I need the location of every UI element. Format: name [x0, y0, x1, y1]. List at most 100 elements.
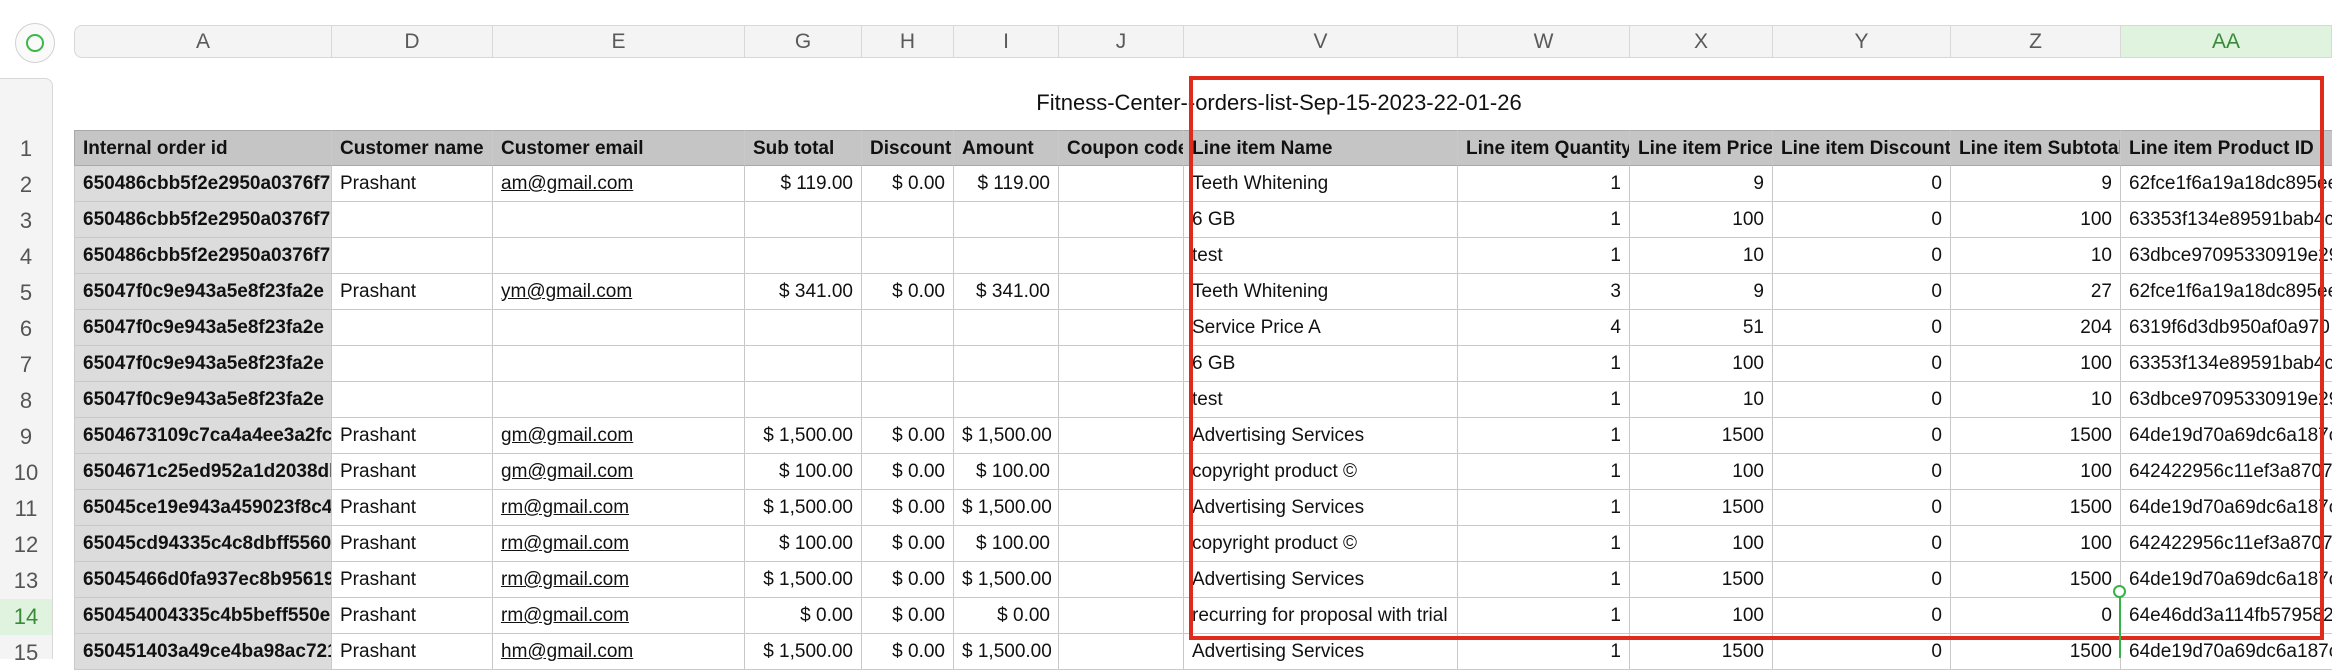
row-number-12[interactable]: 12	[0, 527, 52, 563]
column-header-y[interactable]: Y	[1773, 25, 1951, 58]
table-cell[interactable]: 6 GB	[1184, 202, 1458, 238]
table-cell[interactable]: $ 1,500.00	[745, 490, 862, 526]
table-cell[interactable]: Service Price A	[1184, 310, 1458, 346]
table-cell[interactable]	[493, 202, 745, 238]
column-title[interactable]: Line item Product ID	[2121, 130, 2332, 166]
table-cell[interactable]	[493, 382, 745, 418]
table-cell[interactable]: rm@gmail.com	[493, 490, 745, 526]
table-cell[interactable]: 63353f134e89591bab4c	[2121, 202, 2332, 238]
table-cell[interactable]: $ 119.00	[745, 166, 862, 202]
table-cell[interactable]: $ 341.00	[745, 274, 862, 310]
table-cell[interactable]: 100	[1951, 526, 2121, 562]
table-cell[interactable]: 65047f0c9e943a5e8f23fa2e	[74, 310, 332, 346]
table-cell[interactable]: 65045cd94335c4c8dbff5560	[74, 526, 332, 562]
table-cell[interactable]	[954, 202, 1059, 238]
row-number-3[interactable]: 3	[0, 203, 52, 239]
row-number-15[interactable]: 15	[0, 635, 52, 671]
table-cell[interactable]: 63dbce97095330919e29	[2121, 382, 2332, 418]
table-cell[interactable]: 1	[1458, 238, 1630, 274]
table-cell[interactable]: test	[1184, 238, 1458, 274]
table-cell[interactable]: Prashant	[332, 634, 493, 670]
table-cell[interactable]	[332, 346, 493, 382]
column-title[interactable]: Line item Quantity	[1458, 130, 1630, 166]
table-cell[interactable]	[862, 202, 954, 238]
table-cell[interactable]: rm@gmail.com	[493, 526, 745, 562]
table-cell[interactable]: 1500	[1951, 418, 2121, 454]
table-cell[interactable]: gm@gmail.com	[493, 418, 745, 454]
table-cell[interactable]	[745, 202, 862, 238]
table-cell[interactable]: $ 1,500.00	[954, 418, 1059, 454]
table-cell[interactable]: 100	[1630, 346, 1773, 382]
table-cell[interactable]: 65045466d0fa937ec8b95619	[74, 562, 332, 598]
table-cell[interactable]: 10	[1951, 382, 2121, 418]
table-cell[interactable]	[1059, 310, 1184, 346]
table-cell[interactable]: 0	[1773, 562, 1951, 598]
table-cell[interactable]	[1059, 562, 1184, 598]
table-cell[interactable]	[332, 238, 493, 274]
column-header-g[interactable]: G	[745, 25, 862, 58]
table-cell[interactable]: 3	[1458, 274, 1630, 310]
table-cell[interactable]: $ 1,500.00	[745, 634, 862, 670]
table-cell[interactable]: 0	[1773, 418, 1951, 454]
table-cell[interactable]: $ 0.00	[862, 166, 954, 202]
table-cell[interactable]: 63dbce97095330919e29	[2121, 238, 2332, 274]
table-cell[interactable]: 1	[1458, 526, 1630, 562]
table-cell[interactable]: 0	[1773, 346, 1951, 382]
table-cell[interactable]: 64e46dd3a114fb579582	[2121, 598, 2332, 634]
table-cell[interactable]: $ 0.00	[862, 634, 954, 670]
table-cell[interactable]: $ 100.00	[954, 526, 1059, 562]
table-cell[interactable]: 100	[1630, 598, 1773, 634]
table-cell[interactable]: 62fce1f6a19a18dc895ee	[2121, 166, 2332, 202]
row-number-6[interactable]: 6	[0, 311, 52, 347]
table-cell[interactable]: 0	[1773, 490, 1951, 526]
row-number-14[interactable]: 14	[0, 599, 52, 635]
table-cell[interactable]: $ 0.00	[862, 490, 954, 526]
table-cell[interactable]: 1	[1458, 634, 1630, 670]
row-number-5[interactable]: 5	[0, 275, 52, 311]
column-header-j[interactable]: J	[1059, 25, 1184, 58]
column-header-e[interactable]: E	[493, 25, 745, 58]
table-cell[interactable]: $ 1,500.00	[745, 562, 862, 598]
table-cell[interactable]: 65047f0c9e943a5e8f23fa2e	[74, 274, 332, 310]
table-cell[interactable]: 6319f6d3db950af0a970	[2121, 310, 2332, 346]
table-cell[interactable]: 100	[1630, 202, 1773, 238]
column-title[interactable]: Customer name	[332, 130, 493, 166]
table-cell[interactable]	[332, 382, 493, 418]
table-cell[interactable]: 65045ce19e943a459023f8c4	[74, 490, 332, 526]
table-cell[interactable]: gm@gmail.com	[493, 454, 745, 490]
column-header-d[interactable]: D	[332, 25, 493, 58]
table-cell[interactable]: copyright product ©	[1184, 526, 1458, 562]
column-header-aa[interactable]: AA	[2121, 25, 2332, 58]
column-title[interactable]: Internal order id	[74, 130, 332, 166]
table-cell[interactable]: 204	[1951, 310, 2121, 346]
table-cell[interactable]: 4	[1458, 310, 1630, 346]
table-cell[interactable]	[1059, 382, 1184, 418]
table-cell[interactable]: Prashant	[332, 562, 493, 598]
table-cell[interactable]	[1059, 634, 1184, 670]
table-cell[interactable]: 10	[1951, 238, 2121, 274]
table-cell[interactable]	[745, 346, 862, 382]
column-title[interactable]: Line item Subtotal	[1951, 130, 2121, 166]
table-cell[interactable]: am@gmail.com	[493, 166, 745, 202]
table-cell[interactable]: 0	[1773, 238, 1951, 274]
table-cell[interactable]	[1059, 418, 1184, 454]
table-cell[interactable]: 62fce1f6a19a18dc895ee	[2121, 274, 2332, 310]
table-cell[interactable]: 6 GB	[1184, 346, 1458, 382]
table-cell[interactable]: 1	[1458, 418, 1630, 454]
add-icon[interactable]	[15, 23, 55, 63]
table-cell[interactable]: $ 1,500.00	[954, 634, 1059, 670]
table-cell[interactable]	[954, 346, 1059, 382]
table-cell[interactable]: 650451403a49ce4ba98ac721	[74, 634, 332, 670]
table-cell[interactable]: 100	[1630, 526, 1773, 562]
table-cell[interactable]: Teeth Whitening	[1184, 274, 1458, 310]
table-cell[interactable]	[862, 310, 954, 346]
row-number-11[interactable]: 11	[0, 491, 52, 527]
table-cell[interactable]: 1	[1458, 562, 1630, 598]
table-cell[interactable]: $ 341.00	[954, 274, 1059, 310]
table-cell[interactable]	[862, 382, 954, 418]
table-cell[interactable]: 1500	[1630, 490, 1773, 526]
table-cell[interactable]: 100	[1951, 202, 2121, 238]
table-cell[interactable]	[862, 238, 954, 274]
table-cell[interactable]: recurring for proposal with trial	[1184, 598, 1458, 634]
column-header-a[interactable]: A	[74, 25, 332, 58]
